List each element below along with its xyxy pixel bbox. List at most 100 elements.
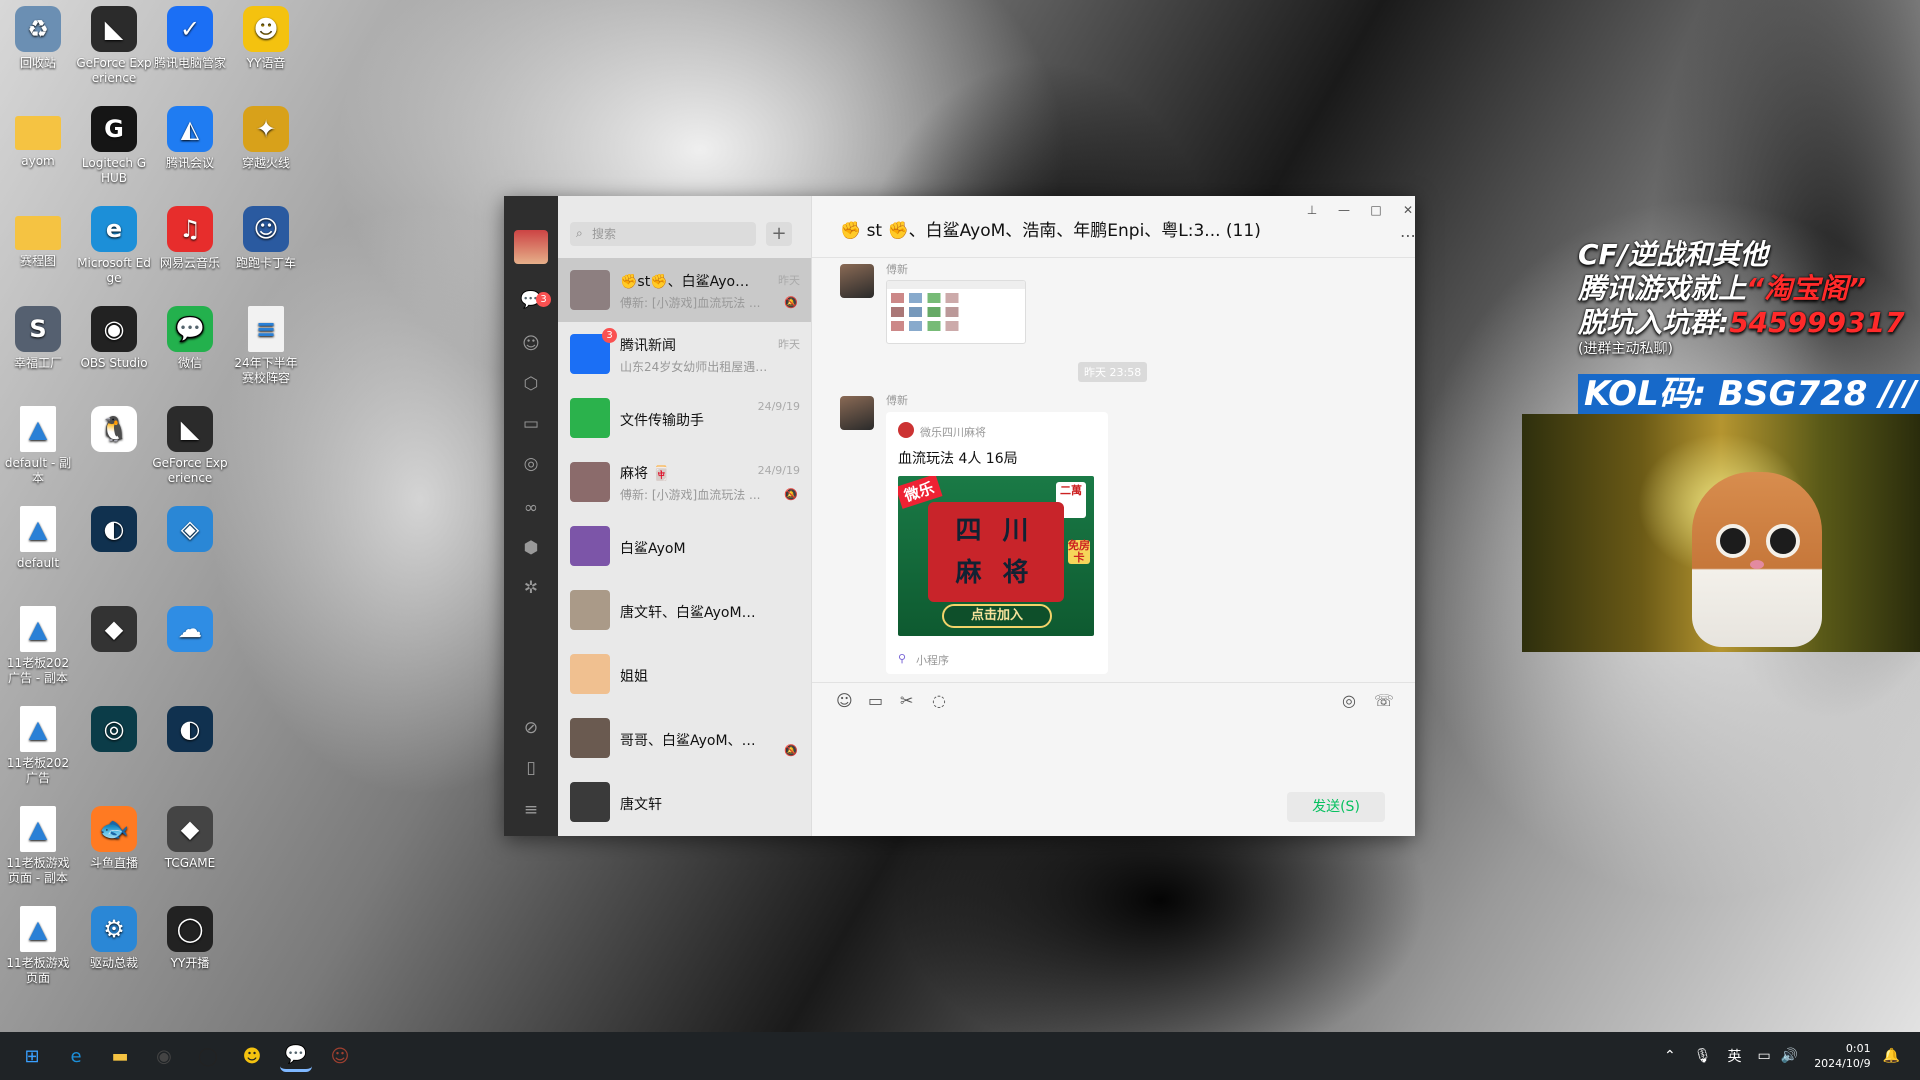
chat-list-item[interactable]: 唐文轩 (558, 770, 811, 834)
desktop-icon[interactable]: ▲ 11老板202 广告 (0, 706, 76, 786)
chat-list-item[interactable]: 麻将 🀄 24/9/19 傅新: [小游戏]血流玩法 ... 🔕 (558, 450, 811, 514)
desktop-icon[interactable]: ◭ 腾讯会议 (152, 106, 228, 171)
desktop-icon[interactable]: ◎ (76, 706, 152, 756)
desktop-icon[interactable]: 💬 微信 (152, 306, 228, 371)
yy-taskbar-icon[interactable]: ☻ (236, 1040, 268, 1072)
game-taskbar-icon[interactable]: ☺ (324, 1040, 356, 1072)
ime-indicator[interactable]: 英 (1728, 1046, 1742, 1066)
windows-start-icon[interactable]: ⊞ (16, 1040, 48, 1072)
desktop-icon[interactable]: ◆ (76, 606, 152, 656)
yy-live-taskbar-icon[interactable]: ◯ (192, 1040, 224, 1072)
screenshot-image-message[interactable] (886, 280, 1026, 344)
card-line1: 四 川 (955, 516, 1035, 546)
mini-program-card[interactable]: 微乐四川麻将 血流玩法 4人 16局 微乐 二萬 四 川 麻 将 免房卡 点击加… (886, 412, 1108, 674)
chat-name: 哥哥、白鲨AyoM、马哲... (620, 733, 760, 749)
desktop-icon[interactable]: 🐧 (76, 406, 152, 456)
desktop-icon[interactable]: e Microsoft Edge (76, 206, 152, 286)
desktop-icon[interactable]: ◈ (152, 506, 228, 556)
close-icon[interactable]: ✕ (1396, 200, 1420, 220)
sender-name: 傅新 (886, 394, 908, 407)
mini-programs-icon[interactable]: ⬢ (517, 534, 545, 562)
chat-list-item[interactable]: 白鲨AyoM (558, 514, 811, 578)
chevron-up-icon[interactable]: ⌃ (1664, 1048, 1676, 1064)
pin-icon[interactable]: ⊥ (1300, 200, 1324, 220)
chat-list-item[interactable]: ✊st✊、白鲨AyoM... 昨天 傅新: [小游戏]血流玩法 ... 🔕 (558, 258, 811, 322)
card-join-button[interactable]: 点击加入 (942, 604, 1052, 628)
desktop-icon[interactable]: ▲ 11老板游戏 页面 (0, 906, 76, 986)
desktop-icon[interactable]: ◣ GeForce Experience (76, 6, 152, 86)
desktop-icon[interactable]: ☻ YY语音 (228, 6, 304, 71)
wechat-taskbar-icon[interactable]: 💬 (280, 1040, 312, 1072)
mini-program-panel-icon[interactable]: ⊘ (517, 714, 545, 742)
desktop-icon-label: 驱动总裁 (89, 956, 138, 970)
contacts-icon[interactable]: ☺ (517, 330, 545, 358)
desktop-icon[interactable]: ☁ (152, 606, 228, 656)
maximize-icon[interactable]: □ (1364, 200, 1388, 220)
desktop-icon[interactable]: ◉ OBS Studio (76, 306, 152, 371)
desktop-icon[interactable]: ≡ 24年下半年 赛校阵容 (228, 306, 304, 386)
obs-taskbar-icon[interactable]: ◉ (148, 1040, 180, 1072)
message-input[interactable] (828, 716, 1398, 786)
chat-preview: 山东24岁女幼师出租屋遇害... (620, 360, 770, 374)
desktop-icon[interactable]: ⚙ 驱动总裁 (76, 906, 152, 971)
desktop-icon[interactable]: ☺ 跑跑卡丁车 (228, 206, 304, 271)
network-icon[interactable]: ▭ (1758, 1048, 1771, 1064)
chat-list-item[interactable]: 文件传输助手 24/9/19 (558, 386, 811, 450)
clock[interactable]: 0:01 2024/10/9 (1814, 1041, 1870, 1071)
desktop-icon[interactable]: ayom (0, 106, 76, 169)
microphone-icon[interactable]: 🎙 (1694, 1048, 1712, 1064)
add-button[interactable]: + (766, 222, 792, 246)
desktop-icon[interactable]: ◯ YY开播 (152, 906, 228, 971)
crossfire-icon: ✦ (243, 106, 289, 152)
desktop-icon-label: Logitech G HUB (81, 156, 147, 185)
desktop-icon[interactable]: 赛程图 (0, 206, 76, 269)
desktop-icon[interactable]: ◐ (152, 706, 228, 756)
file-explorer-icon[interactable]: ▬ (104, 1040, 136, 1072)
desktop-icon[interactable]: ▲ 11老板202 广告 - 副本 (0, 606, 76, 686)
folder-icon[interactable]: ▭ (868, 691, 883, 710)
overlay-line3: 脱坑入坑群:545999317 (1578, 306, 1905, 339)
chat-list-item[interactable]: 唐文轩、白鲨AyoM、Eva... (558, 578, 811, 642)
emoji-icon[interactable]: ☺ (836, 691, 853, 710)
desktop-icon[interactable]: ▲ default - 副本 (0, 406, 76, 486)
desktop-icon[interactable]: ✦ 穿越火线 (228, 106, 304, 171)
edge-taskbar-icon[interactable]: e (60, 1040, 92, 1072)
phone-icon[interactable]: ▯ (517, 754, 545, 782)
scissors-icon[interactable]: ✂ (900, 691, 913, 710)
send-button[interactable]: 发送(S) (1287, 792, 1385, 822)
desktop-icon[interactable]: ▲ default (0, 506, 76, 571)
desktop-icon[interactable]: G Logitech G HUB (76, 106, 152, 186)
desktop-icon[interactable]: ◆ TCGAME (152, 806, 228, 871)
search-discover-icon[interactable]: ✲ (517, 574, 545, 602)
live-icon[interactable]: ◎ (1342, 691, 1356, 710)
moments-icon[interactable]: ◎ (517, 450, 545, 478)
favorites-icon[interactable]: ⬡ (517, 370, 545, 398)
more-options-icon[interactable]: ⋯ (1396, 226, 1420, 246)
chat-list-item[interactable]: 哥哥、白鲨AyoM、马哲... 🔕 (558, 706, 811, 770)
desktop-icon[interactable]: ◣ GeForce Experience (152, 406, 228, 486)
game-icon: ◆ (91, 606, 137, 652)
search-input[interactable]: 搜索 (570, 222, 756, 246)
desktop-icon[interactable]: 🐟 斗鱼直播 (76, 806, 152, 871)
chat-name: 腾讯新闻 (620, 338, 676, 354)
files-icon[interactable]: ▭ (517, 410, 545, 438)
sender-avatar[interactable] (840, 264, 874, 298)
steam-icon: ◐ (167, 706, 213, 752)
desktop-icon[interactable]: ▲ 11老板游戏 页面 - 副本 (0, 806, 76, 886)
voice-call-icon[interactable]: ☏ (1374, 691, 1394, 710)
notification-icon[interactable]: 🔔 (1883, 1048, 1900, 1064)
chat-history-icon[interactable]: ◌ (932, 691, 946, 710)
desktop-icon[interactable]: ♻ 回收站 (0, 6, 76, 71)
minimize-icon[interactable]: — (1332, 200, 1356, 220)
volume-icon[interactable]: 🔊 (1781, 1048, 1798, 1064)
chat-list-item[interactable]: 姐姐 (558, 642, 811, 706)
channels-icon[interactable]: ∞ (517, 494, 545, 522)
profile-avatar[interactable] (514, 230, 548, 264)
menu-icon[interactable]: ≡ (517, 796, 545, 824)
desktop-icon[interactable]: ♫ 网易云音乐 (152, 206, 228, 271)
chat-list-item[interactable]: 3 腾讯新闻 昨天 山东24岁女幼师出租屋遇害... (558, 322, 811, 386)
desktop-icon[interactable]: ✓ 腾讯电脑管家 (152, 6, 228, 71)
sender-avatar[interactable] (840, 396, 874, 430)
desktop-icon[interactable]: S 幸福工厂 (0, 306, 76, 371)
desktop-icon[interactable]: ◐ (76, 506, 152, 556)
